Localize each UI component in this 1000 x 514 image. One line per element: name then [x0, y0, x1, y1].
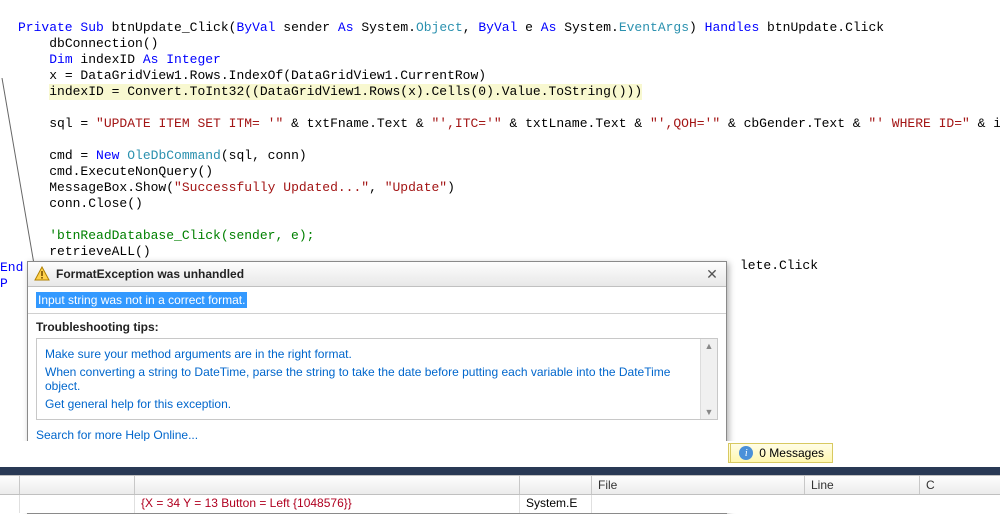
code-line: P	[0, 276, 8, 291]
string: "',QOH='"	[650, 116, 720, 131]
grid-row[interactable]: {X = 34 Y = 13 Button = Left {1048576}} …	[0, 495, 1000, 513]
bottom-grid[interactable]: File Line C {X = 34 Y = 13 Button = Left…	[0, 475, 1000, 513]
string: "Update"	[385, 180, 447, 195]
string: "UPDATE ITEM SET ITM= '"	[96, 116, 283, 131]
string: "' WHERE ID="	[868, 116, 969, 131]
exception-message: Input string was not in a correct format…	[28, 287, 726, 313]
messages-count: 0 Messages	[759, 446, 824, 460]
grid-header-cell[interactable]: C	[920, 476, 1000, 494]
type: EventArgs	[619, 20, 689, 35]
keyword: As	[143, 52, 159, 67]
code-line: cmd.ExecuteNonQuery()	[49, 164, 213, 179]
grid-cell-type: System.E	[520, 495, 592, 513]
panel-separator	[0, 467, 1000, 475]
code-editor[interactable]: Private Sub btnUpdate_Click(ByVal sender…	[0, 0, 1000, 292]
identifier: btnUpdate_Click(	[112, 20, 237, 35]
messages-badge[interactable]: i 0 Messages	[730, 443, 833, 463]
grid-header-cell[interactable]	[135, 476, 520, 494]
string: "Successfully Updated..."	[174, 180, 369, 195]
keyword: New	[96, 148, 119, 163]
code-line: x = DataGridView1.Rows.IndexOf(DataGridV…	[49, 68, 486, 83]
popup-title: FormatException was unhandled	[56, 267, 704, 281]
comment: 'btnReadDatabase_Click(sender, e);	[49, 228, 314, 243]
code-line: conn.Close()	[49, 196, 143, 211]
scrollbar[interactable]: ▲▼	[700, 339, 717, 419]
keyword: Private	[18, 20, 73, 35]
obscured-code: lete.Click	[740, 258, 818, 273]
popup-header[interactable]: FormatException was unhandled ✕	[28, 262, 726, 287]
grid-header-row: File Line C	[0, 475, 1000, 495]
tip-link[interactable]: Make sure your method arguments are in t…	[45, 345, 709, 363]
info-icon: i	[739, 446, 753, 460]
tip-link[interactable]: When converting a string to DateTime, pa…	[45, 363, 709, 395]
exception-line-highlight: indexID = Convert.ToInt32((DataGridView1…	[49, 84, 642, 100]
type: Object	[416, 20, 463, 35]
grid-header-cell[interactable]: File	[592, 476, 805, 494]
keyword: ByVal	[236, 20, 275, 35]
scroll-up-icon[interactable]: ▲	[705, 341, 714, 351]
close-button[interactable]: ✕	[704, 266, 720, 282]
keyword: As	[541, 20, 557, 35]
grid-header-cell[interactable]: Line	[805, 476, 920, 494]
code-line: dbConnection()	[49, 36, 158, 51]
keyword: Sub	[80, 20, 103, 35]
keyword: ByVal	[478, 20, 517, 35]
keyword: As	[338, 20, 354, 35]
grid-header-cell[interactable]	[20, 476, 135, 494]
code-line: retrieveALL()	[49, 244, 150, 259]
string: "',ITC='"	[432, 116, 502, 131]
type: Integer	[158, 52, 220, 67]
type: OleDbCommand	[119, 148, 220, 163]
troubleshooting-heading: Troubleshooting tips:	[36, 320, 718, 334]
warning-icon	[34, 266, 50, 282]
grid-header-cell[interactable]	[0, 476, 20, 494]
keyword: Handles	[705, 20, 760, 35]
scroll-down-icon[interactable]: ▼	[705, 407, 714, 417]
grid-header-cell[interactable]	[520, 476, 592, 494]
troubleshooting-tips-box: Make sure your method arguments are in t…	[36, 338, 718, 420]
grid-cell-value: {X = 34 Y = 13 Button = Left {1048576}}	[135, 495, 520, 513]
keyword: End	[0, 260, 23, 275]
keyword: Dim	[49, 52, 72, 67]
tip-link[interactable]: Get general help for this exception.	[45, 395, 709, 413]
